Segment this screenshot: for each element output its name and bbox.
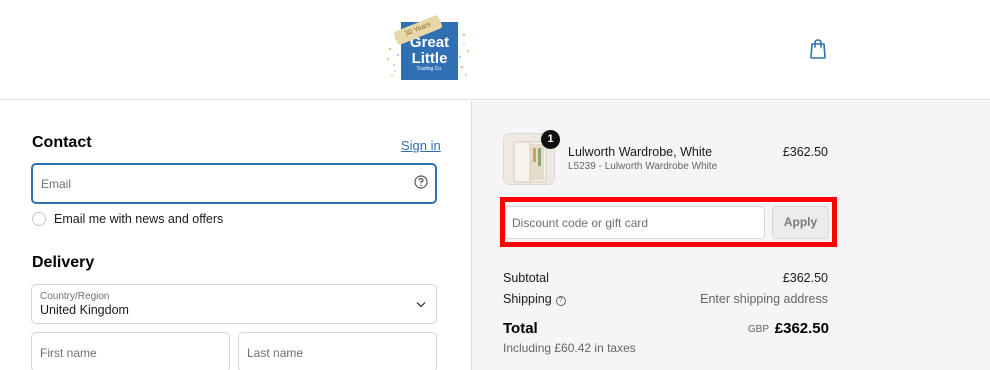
country-select[interactable]: Country/Region United Kingdom — [31, 284, 437, 324]
newsletter-label: Email me with news and offers — [54, 212, 224, 226]
email-placeholder: Email — [41, 177, 72, 191]
total-currency: GBP — [747, 324, 769, 335]
subtotal-label: Subtotal — [503, 271, 549, 285]
last-name-field[interactable]: Last name — [238, 332, 437, 370]
sign-in-link[interactable]: Sign in — [401, 138, 441, 153]
logo-text-trading: Trading Co. — [416, 66, 443, 72]
delivery-title: Delivery — [32, 254, 95, 271]
subtotal-value: £362.50 — [782, 271, 828, 285]
contact-title: Contact — [32, 134, 92, 151]
total-value: £362.50 — [774, 320, 829, 337]
country-value: United Kingdom — [40, 303, 129, 317]
total-label: Total — [503, 320, 538, 337]
country-label: Country/Region — [40, 291, 110, 302]
first-name-field[interactable]: First name — [31, 332, 230, 370]
brand-logo[interactable]: Great Little Trading Co. 30 Years — [384, 14, 472, 85]
discount-code-input[interactable]: Discount code or gift card — [505, 206, 765, 239]
last-name-placeholder: Last name — [247, 346, 304, 360]
shipping-value: Enter shipping address — [700, 292, 828, 306]
product-variant: L5239 - Lulworth Wardrobe White — [568, 161, 718, 172]
tax-note: Including £60.42 in taxes — [503, 341, 636, 355]
apply-button[interactable]: Apply — [772, 206, 829, 239]
newsletter-checkbox[interactable] — [32, 212, 46, 226]
help-icon[interactable] — [414, 175, 428, 189]
shipping-row: Shipping? — [503, 292, 566, 306]
shipping-help-icon[interactable]: ? — [555, 296, 566, 306]
shipping-label: Shipping — [503, 292, 552, 306]
header: Great Little Trading Co. 30 Years — [0, 0, 990, 100]
logo-text-little: Little — [411, 50, 448, 67]
shopping-bag-icon[interactable] — [808, 38, 828, 60]
product-price: £362.50 — [782, 145, 828, 159]
first-name-placeholder: First name — [40, 346, 97, 360]
quantity-badge: 1 — [541, 130, 560, 149]
chevron-down-icon — [416, 302, 426, 308]
product-name: Lulworth Wardrobe, White — [568, 145, 713, 159]
email-field[interactable]: Email — [31, 163, 437, 204]
discount-placeholder: Discount code or gift card — [512, 216, 649, 230]
